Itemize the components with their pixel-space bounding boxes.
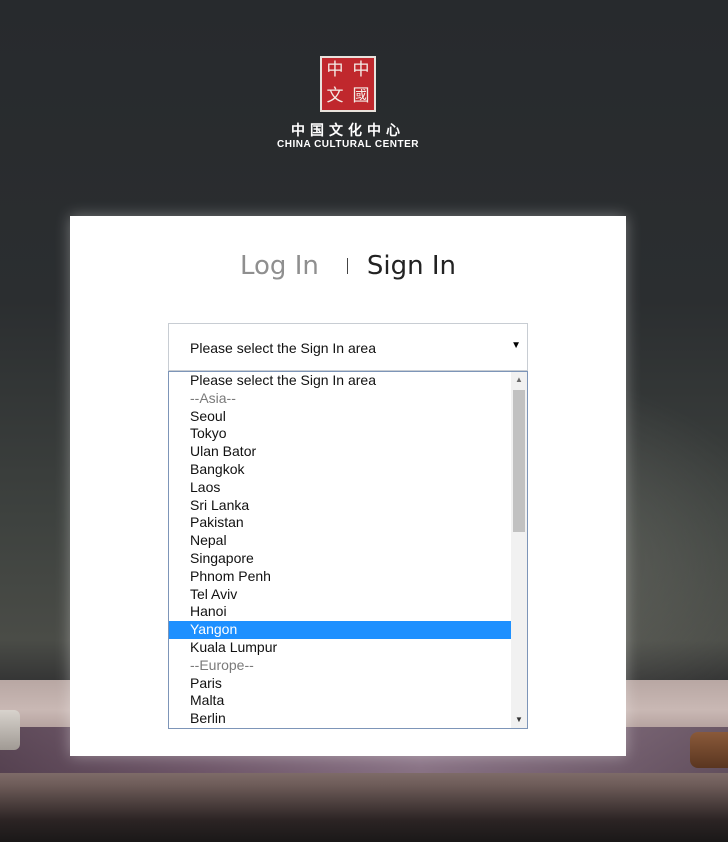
- dropdown-option[interactable]: Pakistan: [169, 514, 511, 532]
- auth-tabs: Log In Sign In: [70, 246, 626, 286]
- scrollbar-thumb[interactable]: [513, 390, 525, 532]
- sign-in-area-dropdown-list[interactable]: Please select the Sign In area --Asia-- Se…: [168, 371, 528, 729]
- dropdown-option[interactable]: Malta: [169, 692, 511, 710]
- dropdown-option[interactable]: Seoul: [169, 408, 511, 426]
- dropdown-option[interactable]: Bangkok: [169, 461, 511, 479]
- dropdown-option[interactable]: Sri Lanka: [169, 497, 511, 515]
- brand-name-english: CHINA CULTURAL CENTER: [277, 139, 419, 150]
- dropdown-option[interactable]: Singapore: [169, 550, 511, 568]
- dropdown-option[interactable]: Paris: [169, 675, 511, 693]
- decor-object-right: [690, 732, 728, 768]
- logo-glyph: 中: [326, 60, 344, 80]
- dropdown-scrollbar[interactable]: ▲ ▼: [511, 372, 527, 728]
- dropdown-option[interactable]: Please select the Sign In area: [169, 372, 511, 390]
- scroll-up-arrow-icon[interactable]: ▲: [511, 372, 527, 388]
- dropdown-group-label: --Asia--: [190, 389, 236, 406]
- dropdown-option[interactable]: Nepal: [169, 532, 511, 550]
- logo-glyph: 中: [352, 60, 370, 80]
- logo-glyph: 文: [326, 86, 344, 106]
- dropdown-option[interactable]: Hanoi: [169, 603, 511, 621]
- sign-in-area-select[interactable]: Please select the Sign In area ▼: [168, 323, 528, 371]
- scroll-down-arrow-icon[interactable]: ▼: [511, 712, 527, 728]
- dropdown-options: Please select the Sign In area --Asia-- Se…: [169, 372, 511, 728]
- tab-login[interactable]: Log In: [240, 251, 319, 281]
- logo-glyph: 國: [352, 86, 370, 106]
- decor-object-left: [0, 710, 20, 750]
- select-current-value: Please select the Sign In area: [190, 340, 377, 356]
- brand-name-chinese: 中国文化中心: [291, 123, 405, 139]
- dropdown-option[interactable]: Kuala Lumpur: [169, 639, 511, 657]
- tab-signin[interactable]: Sign In: [367, 251, 456, 281]
- tab-divider: [346, 258, 348, 274]
- sign-in-card: Log In Sign In Please select the Sign In…: [70, 216, 626, 756]
- dropdown-group-label: --Europe--: [190, 656, 254, 673]
- dropdown-option[interactable]: Berlin: [169, 710, 511, 728]
- dropdown-option[interactable]: Yangon: [169, 621, 511, 639]
- dropdown-option[interactable]: Tokyo: [169, 425, 511, 443]
- chevron-down-icon: ▼: [511, 340, 521, 351]
- dropdown-option[interactable]: Laos: [169, 479, 511, 497]
- brand-logo-seal: 中 中 文 國: [320, 56, 376, 112]
- dropdown-option[interactable]: Ulan Bator: [169, 443, 511, 461]
- dropdown-option[interactable]: Tel Aviv: [169, 586, 511, 604]
- dropdown-option[interactable]: Phnom Penh: [169, 568, 511, 586]
